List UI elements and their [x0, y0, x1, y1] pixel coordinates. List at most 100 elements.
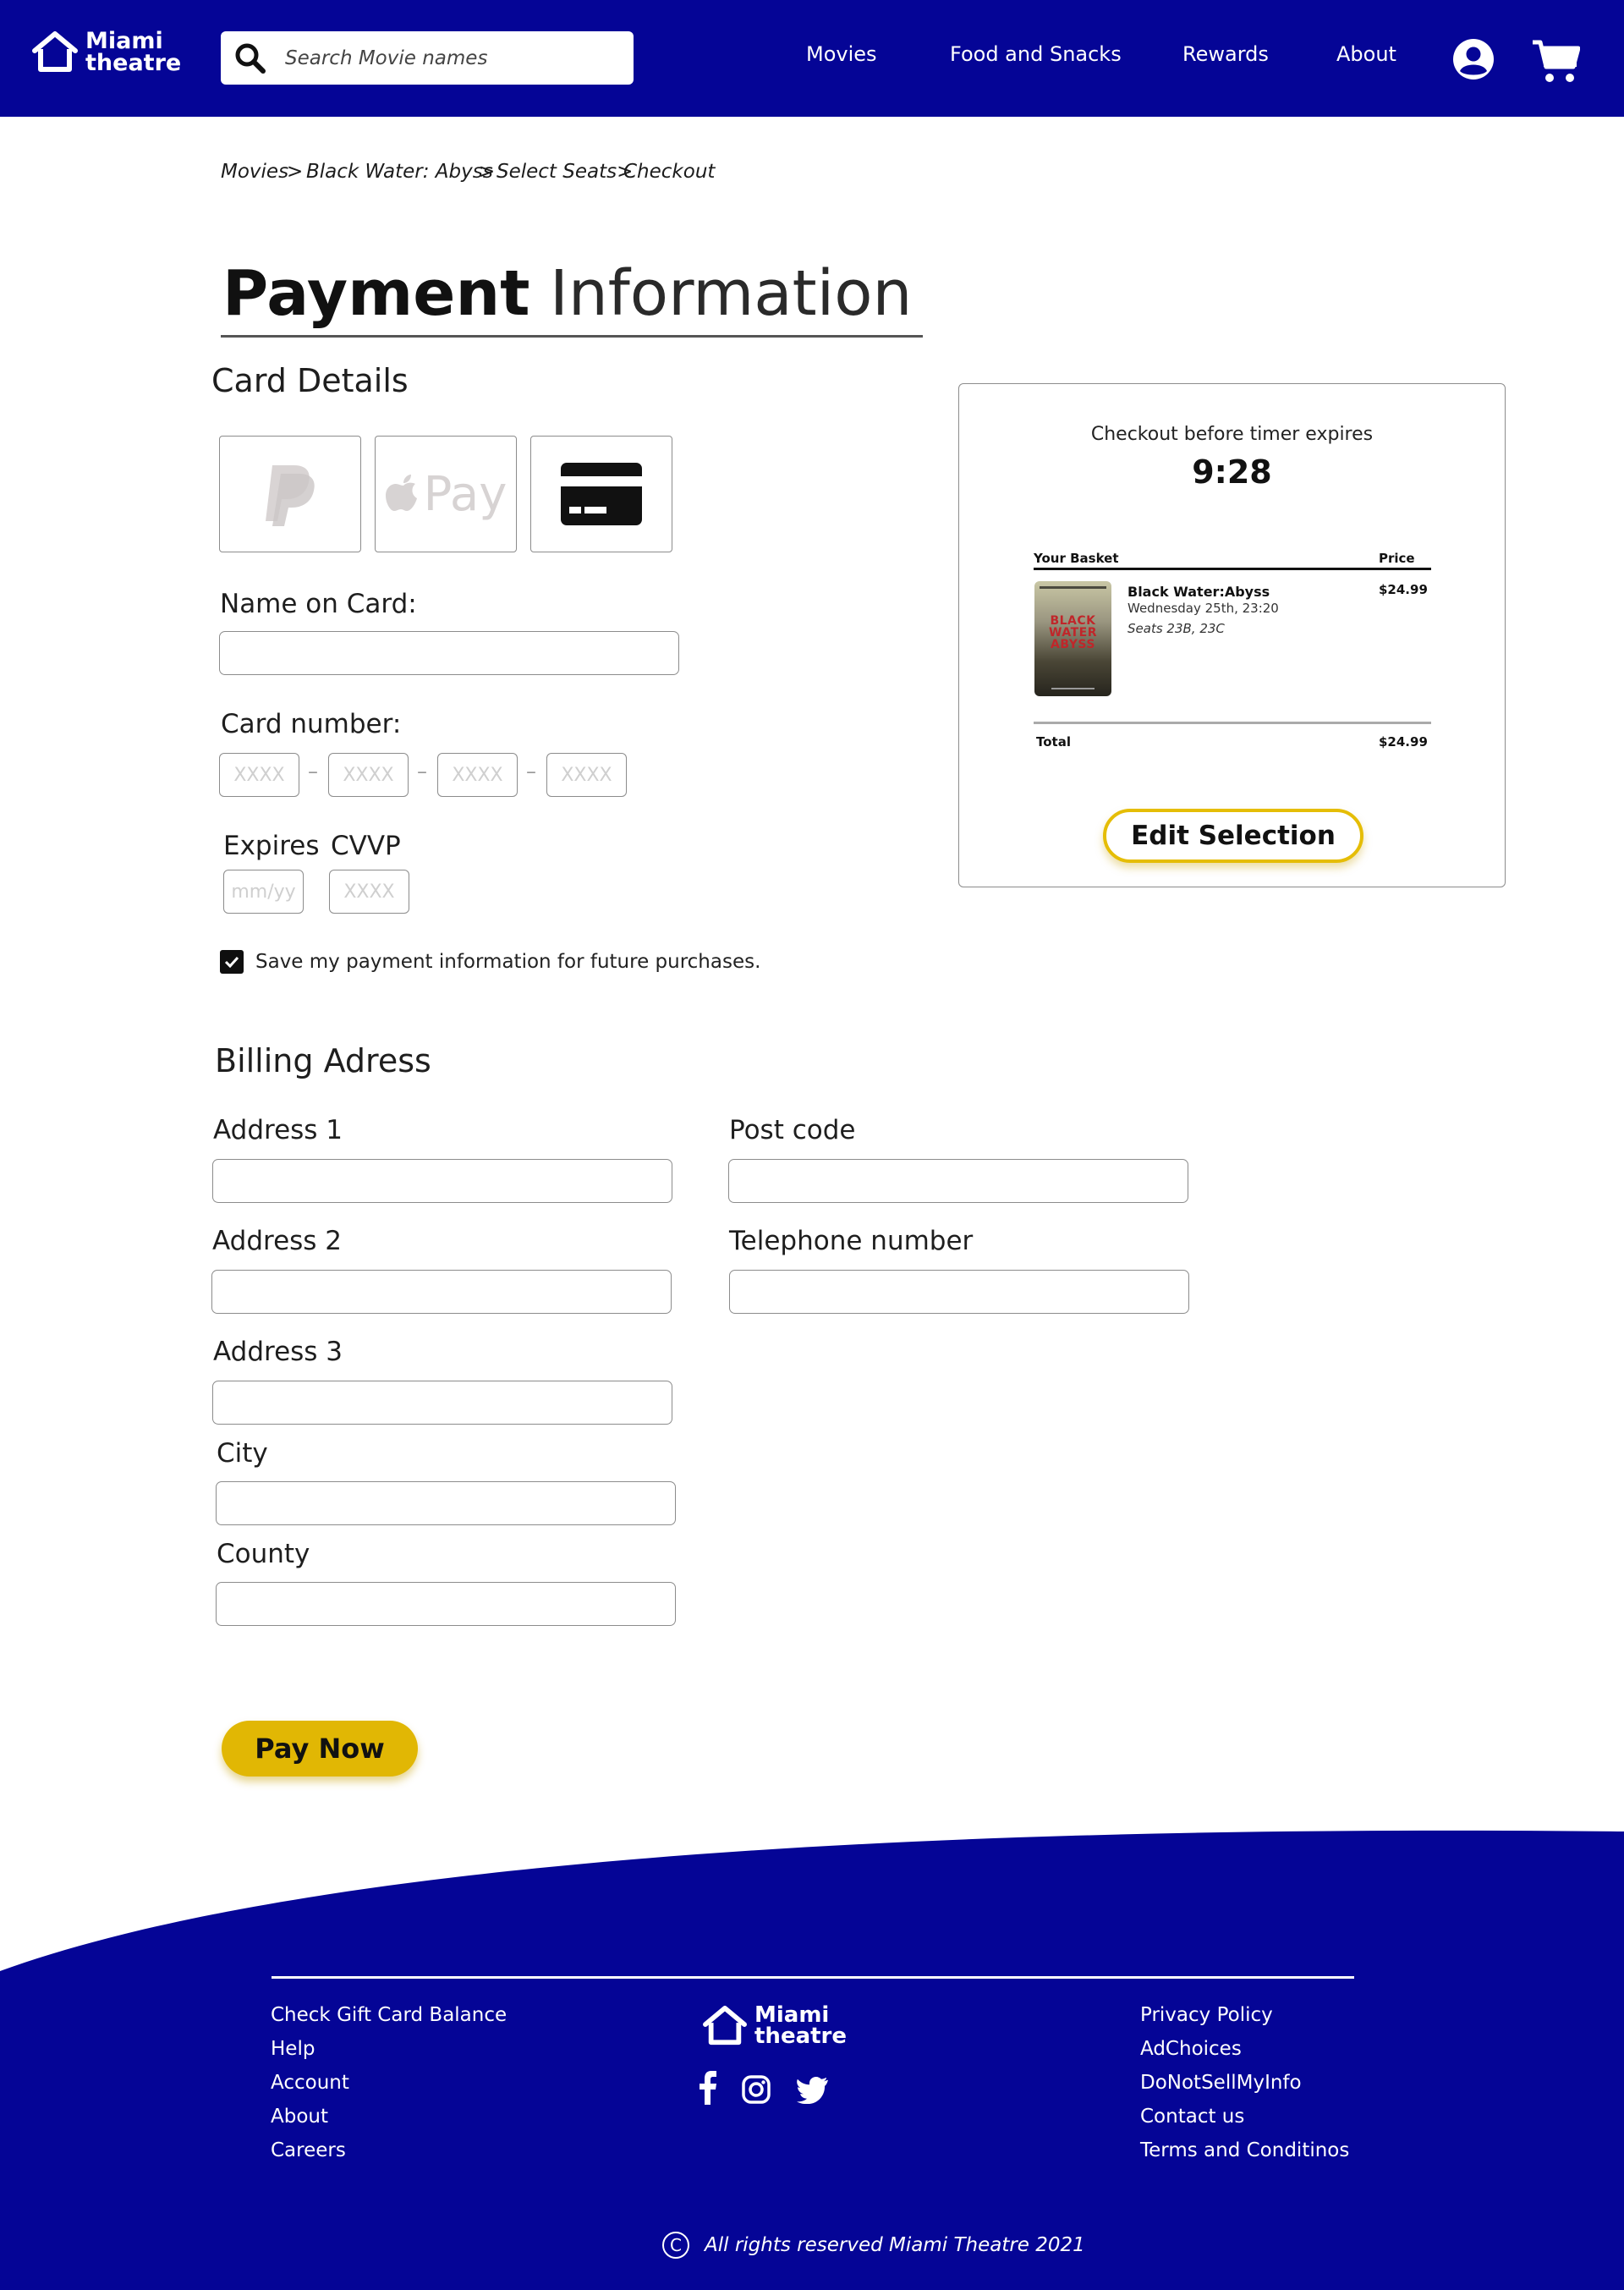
cart-icon[interactable] — [1531, 38, 1580, 85]
address3-label: Address 3 — [213, 1337, 343, 1367]
footer-link-adchoices[interactable]: AdChoices — [1140, 2038, 1242, 2060]
price-column-header: Price — [1379, 551, 1415, 566]
breadcrumb-separator: > — [479, 161, 496, 183]
footer-link-privacy[interactable]: Privacy Policy — [1140, 2004, 1273, 2026]
home-icon — [703, 2005, 747, 2046]
footer-link-gift-card[interactable]: Check Gift Card Balance — [271, 2004, 507, 2026]
footer-link-account[interactable]: Account — [271, 2072, 349, 2094]
save-payment-checkbox[interactable] — [220, 950, 244, 974]
name-on-card-input[interactable] — [219, 631, 679, 675]
county-label: County — [217, 1539, 310, 1569]
basket-column-header: Your Basket — [1034, 551, 1119, 566]
basket-item-date: Wednesday 25th, 23:20 — [1127, 601, 1279, 616]
name-on-card-label: Name on Card: — [220, 589, 417, 619]
paypal-option[interactable] — [219, 436, 361, 552]
poster-title: BLACK WATER ABYSS — [1049, 614, 1097, 651]
movie-poster: BLACK WATER ABYSS — [1034, 581, 1111, 696]
address1-input[interactable] — [212, 1159, 672, 1203]
page-title-light: Information — [550, 257, 913, 330]
page-title-bold: Payment — [222, 257, 530, 330]
footer-link-donotsell[interactable]: DoNotSellMyInfo — [1140, 2072, 1302, 2094]
expires-label: Expires — [223, 831, 320, 861]
card-number-group-4[interactable]: XXXX — [546, 753, 627, 797]
footer-link-careers[interactable]: Careers — [271, 2139, 346, 2161]
twitter-icon[interactable] — [797, 2077, 829, 2104]
total-value: $24.99 — [1379, 734, 1428, 750]
brand-logo[interactable]: Miami theatre — [31, 30, 181, 74]
billing-heading: Billing Adress — [215, 1042, 431, 1079]
footer-divider — [272, 1976, 1354, 1979]
postcode-input[interactable] — [728, 1159, 1188, 1203]
card-number-separator: – — [308, 760, 318, 783]
city-input[interactable] — [216, 1481, 676, 1525]
card-number-group-3[interactable]: XXXX — [437, 753, 518, 797]
top-nav-bar: Miami theatre Movies Food and Snacks Rew… — [0, 0, 1624, 117]
nav-rewards[interactable]: Rewards — [1182, 42, 1269, 66]
breadcrumb-movies[interactable]: Movies — [221, 161, 288, 183]
footer-brand-line2: theatre — [754, 2024, 848, 2049]
basket-item-seats: Seats 23B, 23C — [1127, 621, 1225, 636]
checkmark-icon — [224, 956, 239, 969]
apple-pay-label: Pay — [423, 466, 508, 522]
facebook-icon[interactable] — [699, 2071, 717, 2105]
footer-link-terms[interactable]: Terms and Conditinos — [1140, 2139, 1349, 2161]
home-icon — [32, 31, 78, 72]
credit-card-icon — [561, 463, 642, 525]
nav-movies[interactable]: Movies — [806, 42, 877, 66]
copyright: C All rights reserved Miami Theatre 2021 — [662, 2232, 1085, 2259]
card-number-group-2[interactable]: XXXX — [328, 753, 409, 797]
timer-caption: Checkout before timer expires — [1090, 424, 1374, 445]
telephone-input[interactable] — [729, 1270, 1189, 1314]
footer-link-about[interactable]: About — [271, 2106, 328, 2128]
total-label: Total — [1036, 734, 1071, 750]
apple-pay-icon — [385, 475, 417, 511]
paypal-icon — [266, 465, 315, 526]
card-details-heading: Card Details — [211, 362, 409, 399]
search-icon[interactable] — [221, 31, 280, 85]
card-number-separator: – — [417, 760, 427, 783]
copyright-text: All rights reserved Miami Theatre 2021 — [705, 2234, 1085, 2256]
footer-link-contact[interactable]: Contact us — [1140, 2106, 1244, 2128]
city-label: City — [217, 1438, 268, 1469]
account-icon[interactable] — [1452, 38, 1495, 80]
search-input[interactable] — [285, 36, 615, 80]
pay-now-button[interactable]: Pay Now — [222, 1721, 418, 1777]
breadcrumb-movie[interactable]: Black Water: Abyss — [306, 161, 493, 183]
cvv-label: CVVP — [331, 831, 401, 861]
countdown-timer: 9:28 — [1192, 453, 1272, 491]
address3-input[interactable] — [212, 1381, 672, 1425]
basket-panel: Checkout before timer expires 9:28 Your … — [958, 383, 1506, 887]
card-number-label: Card number: — [221, 709, 402, 739]
basket-total-rule — [1034, 722, 1431, 724]
basket-header-rule — [1034, 568, 1431, 570]
brand-line2: theatre — [85, 50, 182, 76]
search-bar[interactable] — [221, 31, 634, 85]
expiry-input[interactable]: mm/yy — [223, 870, 304, 914]
card-number-group-1[interactable]: XXXX — [219, 753, 299, 797]
address2-input[interactable] — [211, 1270, 672, 1314]
card-number-separator: – — [526, 760, 536, 783]
apple-pay-option[interactable]: Pay — [375, 436, 517, 552]
instagram-icon[interactable] — [742, 2075, 771, 2104]
telephone-label: Telephone number — [729, 1226, 974, 1256]
address1-label: Address 1 — [213, 1115, 343, 1145]
footer-link-help[interactable]: Help — [271, 2038, 315, 2060]
nav-about[interactable]: About — [1336, 42, 1396, 66]
save-payment-label: Save my payment information for future p… — [255, 951, 761, 973]
footer-logo[interactable]: Miami theatre — [702, 2004, 848, 2049]
edit-selection-button[interactable]: Edit Selection — [1103, 809, 1363, 863]
footer-background — [0, 1830, 1624, 2290]
copyright-icon: C — [662, 2232, 689, 2259]
address2-label: Address 2 — [212, 1226, 343, 1256]
breadcrumb-separator: > — [287, 161, 304, 183]
breadcrumb-checkout: Checkout — [623, 161, 716, 183]
card-option[interactable] — [530, 436, 672, 552]
postcode-label: Post code — [729, 1115, 856, 1145]
basket-item-title: Black Water:Abyss — [1127, 584, 1270, 600]
breadcrumb-select-seats[interactable]: Select Seats> — [497, 161, 633, 183]
county-input[interactable] — [216, 1582, 676, 1626]
title-divider — [221, 335, 923, 338]
nav-food-and-snacks[interactable]: Food and Snacks — [950, 42, 1122, 66]
cvv-input[interactable]: XXXX — [329, 870, 409, 914]
page-title: Payment Information — [222, 257, 912, 330]
